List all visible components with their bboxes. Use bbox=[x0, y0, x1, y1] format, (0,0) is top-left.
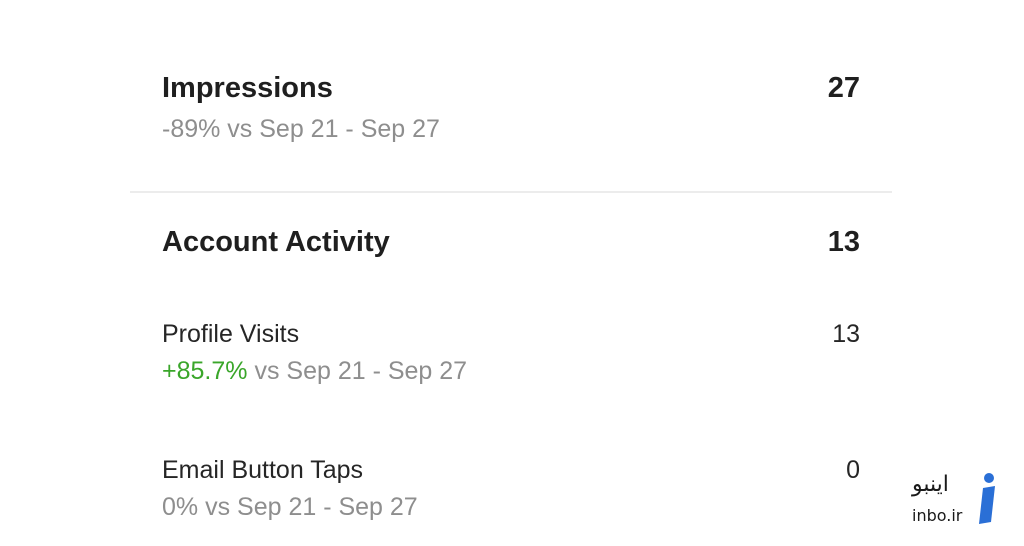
section-divider bbox=[130, 191, 892, 193]
account-activity-value: 13 bbox=[827, 226, 860, 258]
watermark-persian-text: اینبو bbox=[912, 472, 949, 497]
watermark: اینبو inbo.ir bbox=[908, 470, 1008, 530]
profile-visits-change: +85.7% vs Sep 21 - Sep 27 bbox=[162, 357, 467, 386]
email-button-taps-row[interactable]: Email Button Taps 0 0% vs Sep 21 - Sep 2… bbox=[162, 456, 860, 526]
account-activity-title: Account Activity bbox=[162, 226, 390, 258]
email-button-taps-title: Email Button Taps bbox=[162, 456, 364, 484]
email-button-taps-change: 0% vs Sep 21 - Sep 27 bbox=[162, 493, 418, 521]
impressions-value: 27 bbox=[827, 72, 860, 104]
profile-visits-change-period: vs Sep 21 - Sep 27 bbox=[247, 357, 468, 385]
account-activity-row: Account Activity 13 bbox=[162, 226, 860, 266]
impressions-title: Impressions bbox=[162, 72, 333, 104]
profile-visits-change-pct: +85.7% bbox=[162, 357, 248, 385]
profile-visits-title: Profile Visits bbox=[162, 320, 300, 348]
email-button-taps-value: 0 bbox=[846, 456, 860, 484]
profile-visits-row[interactable]: Profile Visits 13 +85.7% vs Sep 21 - Sep… bbox=[162, 320, 860, 390]
impressions-row[interactable]: Impressions 27 -89% vs Sep 21 - Sep 27 bbox=[162, 72, 860, 152]
impressions-change: -89% vs Sep 21 - Sep 27 bbox=[162, 115, 440, 143]
watermark-latin-text: inbo.ir bbox=[912, 506, 963, 525]
profile-visits-value: 13 bbox=[832, 320, 860, 348]
info-i-icon bbox=[979, 473, 995, 524]
